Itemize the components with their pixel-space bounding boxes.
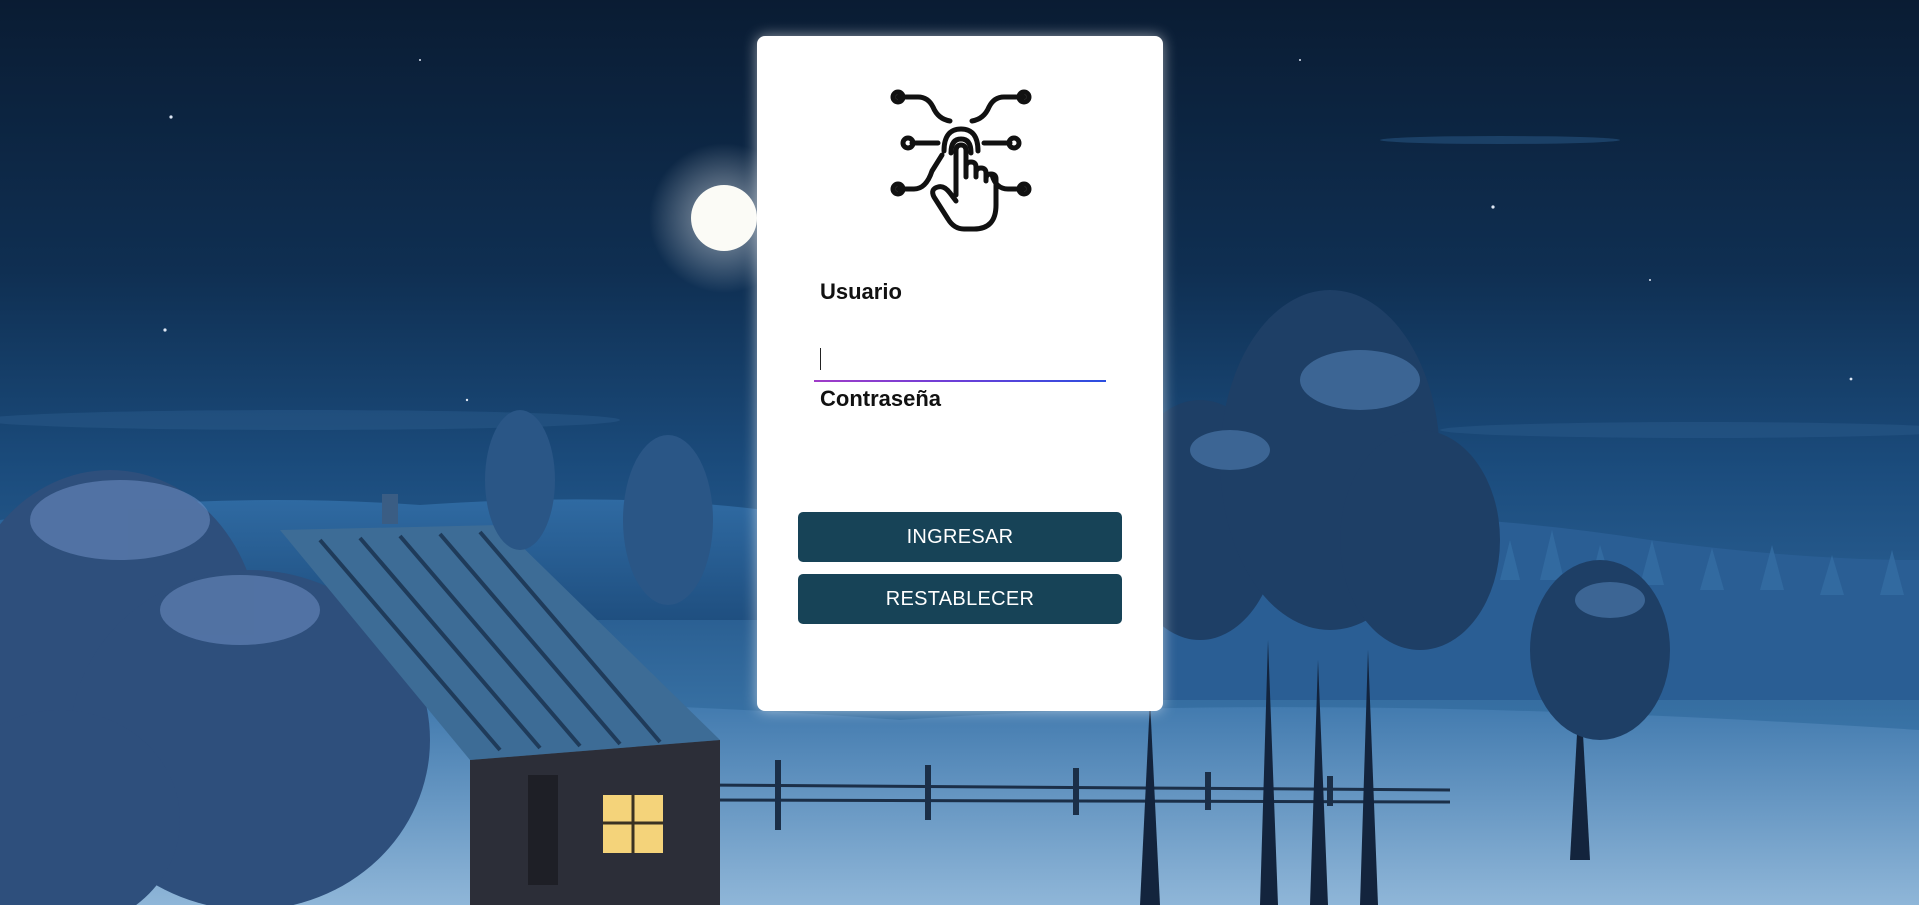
password-input[interactable]	[814, 446, 1110, 488]
moon	[691, 185, 757, 251]
login-card: Usuario Contraseña INGRESAR RESTABLECER	[757, 36, 1163, 711]
username-label: Usuario	[820, 279, 902, 304]
login-button[interactable]: INGRESAR	[798, 512, 1122, 562]
username-input[interactable]	[814, 340, 1106, 380]
text-caret	[820, 348, 821, 370]
touch-circuit-icon	[888, 85, 1034, 233]
reset-button[interactable]: RESTABLECER	[798, 574, 1122, 624]
password-label: Contraseña	[820, 386, 942, 411]
username-underline	[814, 380, 1106, 382]
